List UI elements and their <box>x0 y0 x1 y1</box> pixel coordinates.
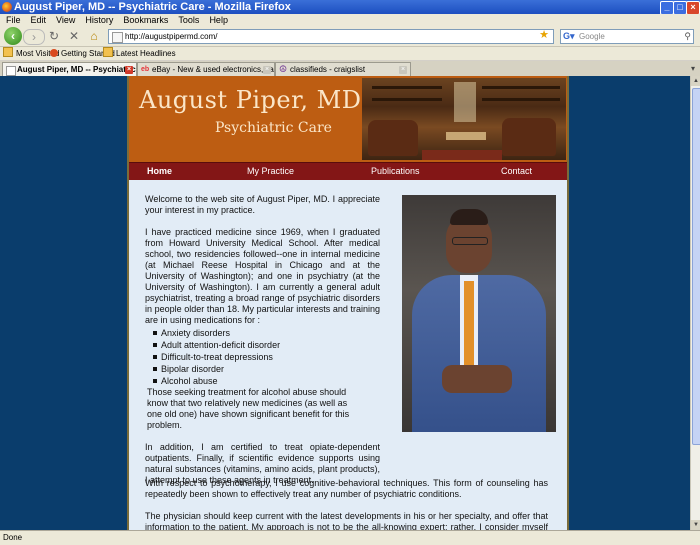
close-window-button[interactable]: × <box>686 1 700 15</box>
list-item: Bipolar disorder <box>153 363 380 375</box>
main-content: Welcome to the web site of August Piper,… <box>145 194 380 497</box>
menu-file[interactable]: File <box>6 15 21 25</box>
close-tab-icon[interactable]: × <box>263 66 271 74</box>
site-logo-tagline: Psychiatric Care <box>215 120 332 136</box>
url-text: http://augustpipermd.com/ <box>125 32 218 41</box>
scroll-thumb[interactable] <box>692 88 700 445</box>
back-button[interactable]: ‹ <box>4 27 22 45</box>
menu-bookmarks[interactable]: Bookmarks <box>123 15 168 25</box>
google-icon[interactable]: G▾ <box>563 31 575 42</box>
rss-folder-icon <box>103 47 113 57</box>
bookmark-latest-headlines[interactable]: Latest Headlines <box>103 47 176 60</box>
status-bar: Done <box>0 530 700 545</box>
nav-home[interactable]: Home <box>147 163 172 180</box>
menu-tools[interactable]: Tools <box>178 15 199 25</box>
close-tab-icon[interactable]: × <box>399 66 407 74</box>
list-item: Anxiety disorders <box>153 327 380 339</box>
menu-history[interactable]: History <box>85 15 113 25</box>
bookmark-star-icon[interactable]: ★ <box>539 29 549 42</box>
psychotherapy-paragraph: With respect to psychotherapy, I use cog… <box>145 478 548 499</box>
physician-paragraph: The physician should keep current with t… <box>145 511 548 530</box>
ebay-favicon-icon: eb <box>141 66 150 73</box>
reload-icon[interactable]: ↻ <box>46 28 62 44</box>
search-placeholder: Google <box>579 32 605 41</box>
doctor-portrait-photo <box>402 195 556 432</box>
tab-august-piper[interactable]: August Piper, MD -- Psychiatric C... × <box>2 62 137 77</box>
page-favicon-icon <box>112 32 123 43</box>
intro-text: Welcome to the web site of August Piper,… <box>145 194 380 215</box>
alcohol-note: Those seeking treatment for alcohol abus… <box>147 387 350 430</box>
page-favicon-icon <box>6 66 16 76</box>
menu-edit[interactable]: Edit <box>31 15 47 25</box>
status-text: Done <box>3 533 23 542</box>
bookmark-label: Latest Headlines <box>116 49 176 58</box>
office-photo <box>362 78 566 160</box>
list-item: Difficult-to-treat depressions <box>153 351 380 363</box>
forward-button[interactable]: › <box>23 29 45 45</box>
search-input[interactable]: G▾ Google ⚲ <box>560 29 694 44</box>
page-scrollbar[interactable]: ▲ ▼ <box>690 76 700 530</box>
nav-my-practice[interactable]: My Practice <box>247 163 294 180</box>
home-icon[interactable]: ⌂ <box>86 28 102 44</box>
stop-icon[interactable]: ✕ <box>66 28 82 44</box>
scroll-down-icon[interactable]: ▼ <box>691 520 700 530</box>
window-title: August Piper, MD -- Psychiatric Care - M… <box>14 1 291 13</box>
tab-label: August Piper, MD -- Psychiatric C... <box>17 65 136 74</box>
page-viewport: August Piper, MD Psychiatric Care Home M… <box>0 76 690 530</box>
scroll-up-icon[interactable]: ▲ <box>691 76 700 86</box>
menu-help[interactable]: Help <box>209 15 228 25</box>
site-page: August Piper, MD Psychiatric Care Home M… <box>127 76 569 530</box>
menu-view[interactable]: View <box>56 15 75 25</box>
list-item: Alcohol abuse <box>153 375 380 387</box>
url-bar[interactable]: http://augustpipermd.com/ ★ <box>108 29 554 44</box>
site-nav: Home My Practice Publications Contact <box>129 162 567 180</box>
nav-publications[interactable]: Publications <box>371 163 420 180</box>
window-title-bar: August Piper, MD -- Psychiatric Care - M… <box>0 0 700 15</box>
firefox-bookmark-icon <box>50 49 58 57</box>
folder-icon <box>3 47 13 57</box>
list-item: Adult attention-deficit disorder <box>153 339 380 351</box>
tab-ebay[interactable]: eb eBay - New & used electronics, cars, … <box>137 62 275 77</box>
peace-favicon-icon: ☮ <box>279 64 288 74</box>
firefox-icon <box>2 2 12 12</box>
search-magnifier-icon[interactable]: ⚲ <box>684 30 691 43</box>
site-logo-name[interactable]: August Piper, MD <box>139 86 362 114</box>
close-tab-icon[interactable]: × <box>125 66 133 74</box>
tab-strip: August Piper, MD -- Psychiatric C... × e… <box>0 61 700 77</box>
nav-contact[interactable]: Contact <box>501 163 532 180</box>
conditions-list: Anxiety disorders Adult attention-defici… <box>153 327 380 387</box>
tab-label: eBay - New & used electronics, cars, a..… <box>152 65 274 74</box>
lower-content: With respect to psychotherapy, I use cog… <box>145 478 548 530</box>
minimize-button[interactable]: _ <box>660 1 674 15</box>
tab-label: classifieds - craigslist <box>290 65 366 74</box>
site-header: August Piper, MD Psychiatric Care <box>129 76 567 162</box>
background-paragraph: I have practiced medicine since 1969, wh… <box>145 227 380 325</box>
menu-bar: File Edit View History Bookmarks Tools Help <box>0 14 700 26</box>
tab-craigslist[interactable]: ☮ classifieds - craigslist × <box>275 62 411 77</box>
maximize-button[interactable]: □ <box>673 1 687 15</box>
bookmarks-toolbar: Most Visited Getting Started Latest Head… <box>0 47 700 60</box>
tab-list-icon[interactable]: ▾ <box>688 63 698 75</box>
